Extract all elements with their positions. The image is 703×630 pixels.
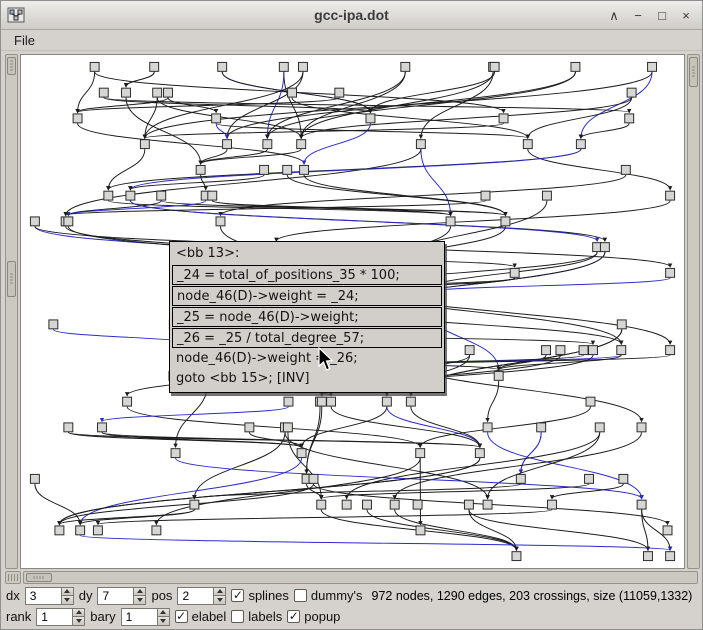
status-text: 972 nodes, 1290 edges, 203 crossings, si… bbox=[371, 588, 693, 603]
elabel-label: elabel bbox=[191, 609, 227, 624]
rank-up-icon[interactable] bbox=[72, 607, 86, 617]
scrollbar-thumb[interactable] bbox=[26, 573, 52, 582]
bary-label: bary bbox=[90, 609, 116, 624]
dx-down-icon[interactable] bbox=[60, 596, 74, 605]
popup-label: popup bbox=[304, 609, 341, 624]
node-tooltip-popup: <bb 13>: _24 = total_of_positions_35 * 1… bbox=[169, 241, 445, 393]
pos-label: pos bbox=[151, 588, 173, 603]
minimize-icon[interactable]: − bbox=[628, 6, 648, 25]
dx-up-icon[interactable] bbox=[60, 586, 74, 596]
vertical-scrollbar-right[interactable] bbox=[687, 54, 700, 569]
bary-down-icon[interactable] bbox=[156, 617, 170, 626]
maximize-icon[interactable]: □ bbox=[652, 6, 672, 25]
menu-file[interactable]: File bbox=[5, 31, 44, 50]
shade-icon[interactable]: ∧ bbox=[604, 6, 624, 25]
bary-stepper[interactable]: 1 bbox=[120, 607, 170, 626]
dummys-checkbox[interactable] bbox=[293, 589, 307, 602]
corner-grip[interactable] bbox=[5, 571, 21, 584]
dy-value[interactable]: 7 bbox=[97, 586, 134, 605]
popup-line: node_46(D)->weight = _26; bbox=[176, 351, 358, 366]
labels-checkbox[interactable] bbox=[231, 610, 245, 623]
dy-down-icon[interactable] bbox=[133, 596, 147, 605]
dx-value[interactable]: 3 bbox=[24, 586, 61, 605]
popup-line: _24 = total_of_positions_35 * 100; bbox=[172, 265, 442, 285]
menubar: File bbox=[1, 30, 702, 51]
elabel-checkbox[interactable] bbox=[174, 610, 188, 623]
bary-value[interactable]: 1 bbox=[120, 607, 157, 626]
popup-line: _26 = _25 / total_degree_57; bbox=[172, 328, 442, 348]
scrollbar-stepper[interactable] bbox=[7, 57, 16, 75]
control-row-2: rank 1 bary 1 elabel labels popup bbox=[6, 607, 697, 626]
horizontal-scrollbar[interactable] bbox=[23, 571, 698, 584]
dummys-label: dummy's bbox=[310, 588, 363, 603]
rank-label: rank bbox=[6, 609, 32, 624]
popup-line: <bb 13>: bbox=[176, 246, 240, 261]
horizontal-scrollbar-row bbox=[1, 570, 702, 585]
scrollbar-thumb[interactable] bbox=[7, 261, 16, 297]
labels-label: labels bbox=[248, 609, 283, 624]
graph-canvas[interactable]: <bb 13>: _24 = total_of_positions_35 * 1… bbox=[20, 54, 685, 569]
control-panel: dx 3 dy 7 pos 2 splines dummy's bbox=[1, 585, 702, 629]
popup-line: node_46(D)->weight = _24; bbox=[172, 286, 442, 306]
splines-checkbox[interactable] bbox=[231, 589, 245, 602]
control-row-1: dx 3 dy 7 pos 2 splines dummy's bbox=[6, 586, 697, 605]
pos-up-icon[interactable] bbox=[213, 586, 227, 596]
window-title: gcc-ipa.dot bbox=[314, 7, 389, 23]
popup-line: goto <bb 15>; [INV] bbox=[176, 371, 310, 386]
pos-down-icon[interactable] bbox=[213, 596, 227, 605]
popup-line: _25 = node_46(D)->weight; bbox=[172, 307, 442, 327]
bary-up-icon[interactable] bbox=[156, 607, 170, 617]
splines-label: splines bbox=[248, 588, 289, 603]
pos-value[interactable]: 2 bbox=[177, 586, 214, 605]
dx-stepper[interactable]: 3 bbox=[24, 586, 74, 605]
titlebar[interactable]: gcc-ipa.dot ∧ − □ × bbox=[1, 1, 702, 30]
dy-label: dy bbox=[78, 588, 93, 603]
close-icon[interactable]: × bbox=[676, 6, 696, 25]
rank-stepper[interactable]: 1 bbox=[36, 607, 86, 626]
vertical-scrollbar-left[interactable] bbox=[5, 54, 18, 569]
main-area: <bb 13>: _24 = total_of_positions_35 * 1… bbox=[1, 51, 702, 570]
rank-down-icon[interactable] bbox=[72, 617, 86, 626]
popup-checkbox[interactable] bbox=[287, 610, 301, 623]
scrollbar-thumb[interactable] bbox=[689, 57, 698, 87]
app-window: gcc-ipa.dot ∧ − □ × File <bb 13>: _24 = … bbox=[0, 0, 703, 630]
rank-value[interactable]: 1 bbox=[36, 607, 73, 626]
pos-stepper[interactable]: 2 bbox=[177, 586, 227, 605]
dy-up-icon[interactable] bbox=[133, 586, 147, 596]
dy-stepper[interactable]: 7 bbox=[97, 586, 147, 605]
app-icon bbox=[7, 7, 25, 23]
dx-label: dx bbox=[6, 588, 20, 603]
